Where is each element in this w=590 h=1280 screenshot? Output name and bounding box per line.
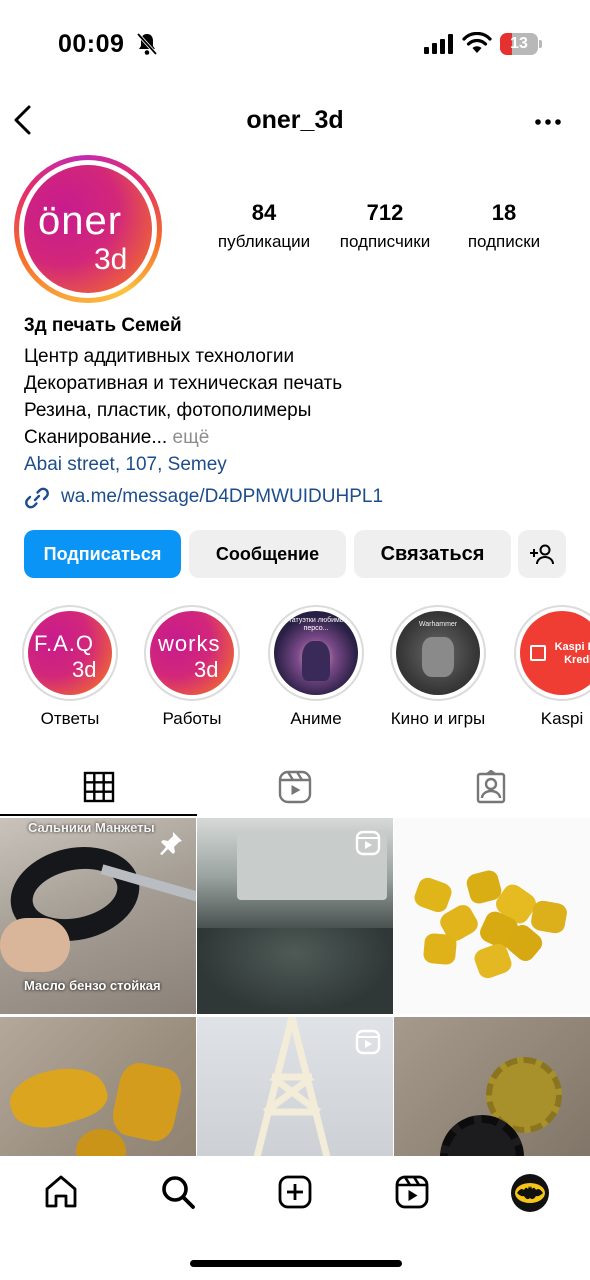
bio-link-text[interactable]: wa.me/message/D4DPMWUIDUHPL1: [61, 486, 383, 508]
logo-text: öner: [38, 199, 123, 243]
bio-line: Центр аддитивных технологии: [24, 346, 295, 367]
posts-label: публикации: [217, 232, 311, 251]
profile-tabs: [0, 760, 590, 816]
grid-icon[interactable]: [82, 770, 116, 804]
link-icon: [25, 487, 49, 509]
post-thumbnail[interactable]: [197, 818, 393, 1014]
reels-icon: [355, 1029, 381, 1055]
profile-name: 3д печать Семей: [24, 315, 182, 336]
followers-count: 712: [366, 200, 404, 225]
highlight-label: Работы: [162, 709, 222, 728]
bio-line: Сканирование...: [24, 427, 168, 448]
highlight-cover-text: Kaspi R и Kredit: [554, 641, 590, 666]
signal-icon: [424, 34, 453, 54]
search-icon[interactable]: [160, 1174, 196, 1210]
highlight-cover: Статуэтки любимых персо...: [274, 611, 358, 695]
follow-button[interactable]: Подписаться: [24, 530, 181, 578]
add-user-icon: [530, 544, 554, 565]
following-count: 18: [491, 200, 517, 225]
ellipsis-icon[interactable]: [534, 118, 562, 126]
contact-button[interactable]: Связаться: [354, 530, 511, 578]
posts-count: 84: [251, 200, 277, 225]
highlight-label: Кино и игры: [390, 709, 486, 728]
post-caption: Сальники Манжеты: [28, 820, 155, 835]
post-thumbnail[interactable]: [197, 1017, 393, 1156]
post-thumbnail[interactable]: [394, 818, 590, 1014]
posts-grid: Сальники Манжеты Масло бензо стойкая: [0, 818, 590, 1156]
logo-text-3d: 3d: [94, 243, 128, 276]
highlight-label: Kaspi: [540, 709, 584, 728]
highlight-cover-text: works: [158, 631, 221, 656]
home-indicator: [190, 1260, 402, 1267]
highlight-cover: works 3d: [150, 611, 234, 695]
avatar[interactable]: öner 3d: [14, 155, 162, 303]
bio-line-last: Сканирование... ещё: [24, 424, 574, 451]
highlight-movies-games[interactable]: Warhammer Кино и игры: [388, 605, 488, 729]
highlight-kaspi[interactable]: Kaspi R и Kredit Kaspi: [512, 605, 590, 729]
active-tab-indicator: [0, 814, 197, 816]
batman-logo-icon: [515, 1183, 545, 1203]
highlight-cover-text: F.A.Q: [34, 631, 95, 656]
highlight-cover: F.A.Q 3d: [28, 611, 112, 695]
bell-slash-icon: [136, 32, 158, 56]
tagged-icon[interactable]: [474, 770, 508, 804]
highlight-anime[interactable]: Статуэтки любимых персо... Аниме: [266, 605, 366, 729]
highlight-cover: Kaspi R и Kredit: [520, 611, 590, 695]
status-bar: 00:09 13: [0, 0, 590, 88]
profile-bio: 3д печать Семей Центр аддитивных техноло…: [24, 313, 574, 478]
highlight-cover-text: Warhammer: [418, 621, 458, 628]
reels-icon: [355, 830, 381, 856]
bio-line: Декоративная и техническая печать: [24, 373, 343, 394]
profile-header: oner_3d: [0, 96, 590, 148]
create-icon[interactable]: [277, 1174, 313, 1210]
highlight-cover-text: Статуэтки любимых персо...: [283, 617, 349, 632]
stat-posts[interactable]: 84 публикации: [206, 200, 322, 252]
highlight-faq[interactable]: F.A.Q 3d Ответы: [20, 605, 120, 729]
highlight-cover: Warhammer: [396, 611, 480, 695]
following-label: подписки: [467, 232, 541, 251]
pin-icon: [160, 832, 182, 855]
battery-level: 13: [510, 35, 528, 52]
reels-icon[interactable]: [394, 1174, 430, 1210]
post-thumbnail[interactable]: Сальники Манжеты Масло бензо стойкая: [0, 818, 196, 1014]
highlight-label: Аниме: [290, 709, 342, 728]
status-time: 00:09: [58, 30, 125, 58]
stat-following[interactable]: 18 подписки: [452, 200, 556, 252]
highlight-cover-text: 3d: [72, 657, 97, 682]
avatar-logo: öner 3d: [24, 165, 152, 293]
home-icon[interactable]: [43, 1174, 79, 1210]
message-button[interactable]: Сообщение: [189, 530, 346, 578]
post-thumbnail[interactable]: [0, 1017, 196, 1156]
profile-username: oner_3d: [246, 106, 344, 134]
battery-icon: 13: [500, 33, 542, 55]
reels-icon[interactable]: [278, 770, 312, 804]
post-caption: Масло бензо стойкая: [24, 978, 161, 993]
profile-avatar[interactable]: [511, 1174, 549, 1212]
highlight-cover-text: 3d: [194, 657, 219, 682]
add-user-button[interactable]: [518, 530, 566, 578]
wifi-icon: [462, 32, 492, 53]
bio-line: Резина, пластик, фотополимеры: [24, 400, 312, 421]
bio-more-link[interactable]: ещё: [173, 427, 210, 448]
highlight-label: Ответы: [40, 709, 100, 728]
post-thumbnail[interactable]: [394, 1017, 590, 1156]
followers-label: подписчики: [339, 232, 431, 251]
stat-followers[interactable]: 712 подписчики: [326, 200, 444, 252]
highlight-works[interactable]: works 3d Работы: [142, 605, 242, 729]
bio-address[interactable]: Abai street, 107, Semey: [24, 451, 574, 478]
